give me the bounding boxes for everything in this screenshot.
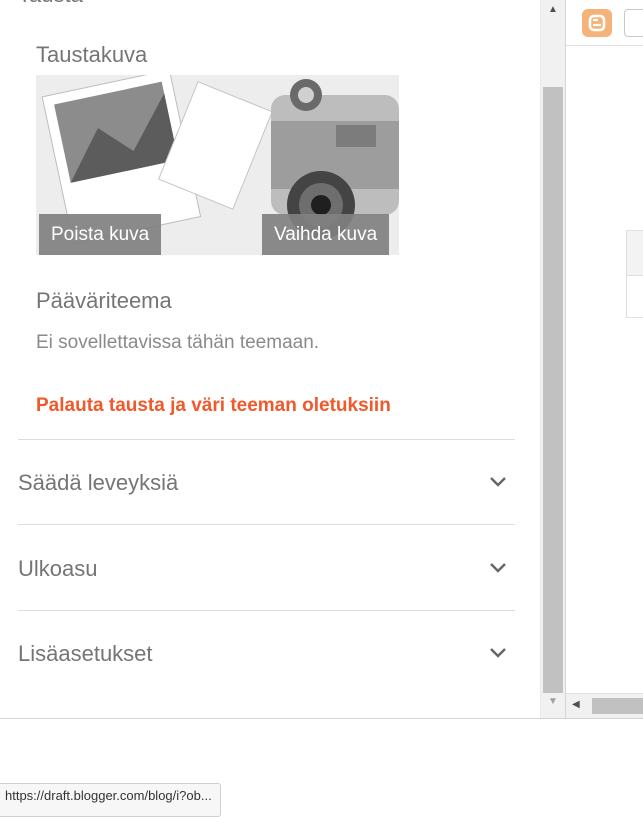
theme-color-title: Pääväriteema xyxy=(36,288,172,313)
preview-widget xyxy=(626,230,643,318)
accordion-layout[interactable]: Ulkoasu xyxy=(18,540,515,600)
blogger-icon[interactable] xyxy=(582,9,612,37)
vertical-scrollbar[interactable]: ▲ ▼ xyxy=(540,0,565,718)
accordion-advanced[interactable]: Lisäasetukset xyxy=(18,625,515,685)
scroll-down-arrow-icon[interactable]: ▼ xyxy=(541,696,565,716)
scrollbar-thumb[interactable] xyxy=(543,87,563,693)
preview-toolbar xyxy=(566,0,643,46)
background-image-title: Taustakuva xyxy=(36,42,148,67)
horizontal-scrollbar[interactable]: ◀ xyxy=(566,693,643,718)
blogger-icon-glyph xyxy=(588,14,606,32)
window-bottom-edge xyxy=(0,718,643,719)
section-header-background: Tausta xyxy=(18,0,83,8)
status-bar-url: https://draft.blogger.com/blog/i?ob... xyxy=(0,783,221,817)
preview-tab[interactable] xyxy=(624,9,643,37)
theme-color-note: Ei sovellettavissa tähän teemaan. xyxy=(36,332,320,353)
divider xyxy=(18,439,515,440)
theme-designer-panel: Tausta Taustakuva Poista kuva Vaihda kuv… xyxy=(0,0,540,718)
reset-background-link[interactable]: Palauta tausta ja väri teeman oletuksiin xyxy=(36,395,391,417)
horizontal-scrollbar-thumb[interactable] xyxy=(592,698,643,714)
chevron-down-icon xyxy=(490,648,506,658)
accordion-adjust-widths[interactable]: Säädä leveyksiä xyxy=(18,454,515,514)
background-image-preview: Poista kuva Vaihda kuva xyxy=(36,75,399,255)
preview-widget-header xyxy=(627,231,643,276)
change-image-button[interactable]: Vaihda kuva xyxy=(262,214,390,255)
preview-pane: ◀ xyxy=(565,0,643,718)
accordion-label: Säädä leveyksiä xyxy=(18,470,179,495)
chevron-down-icon xyxy=(490,563,506,573)
remove-image-button[interactable]: Poista kuva xyxy=(39,214,162,255)
scroll-up-arrow-icon[interactable]: ▲ xyxy=(541,4,565,24)
divider xyxy=(18,610,515,611)
chevron-down-icon xyxy=(490,477,506,487)
accordion-label: Ulkoasu xyxy=(18,556,98,581)
accordion-label: Lisäasetukset xyxy=(18,641,153,666)
scroll-left-arrow-icon[interactable]: ◀ xyxy=(572,699,580,710)
divider xyxy=(18,524,515,525)
